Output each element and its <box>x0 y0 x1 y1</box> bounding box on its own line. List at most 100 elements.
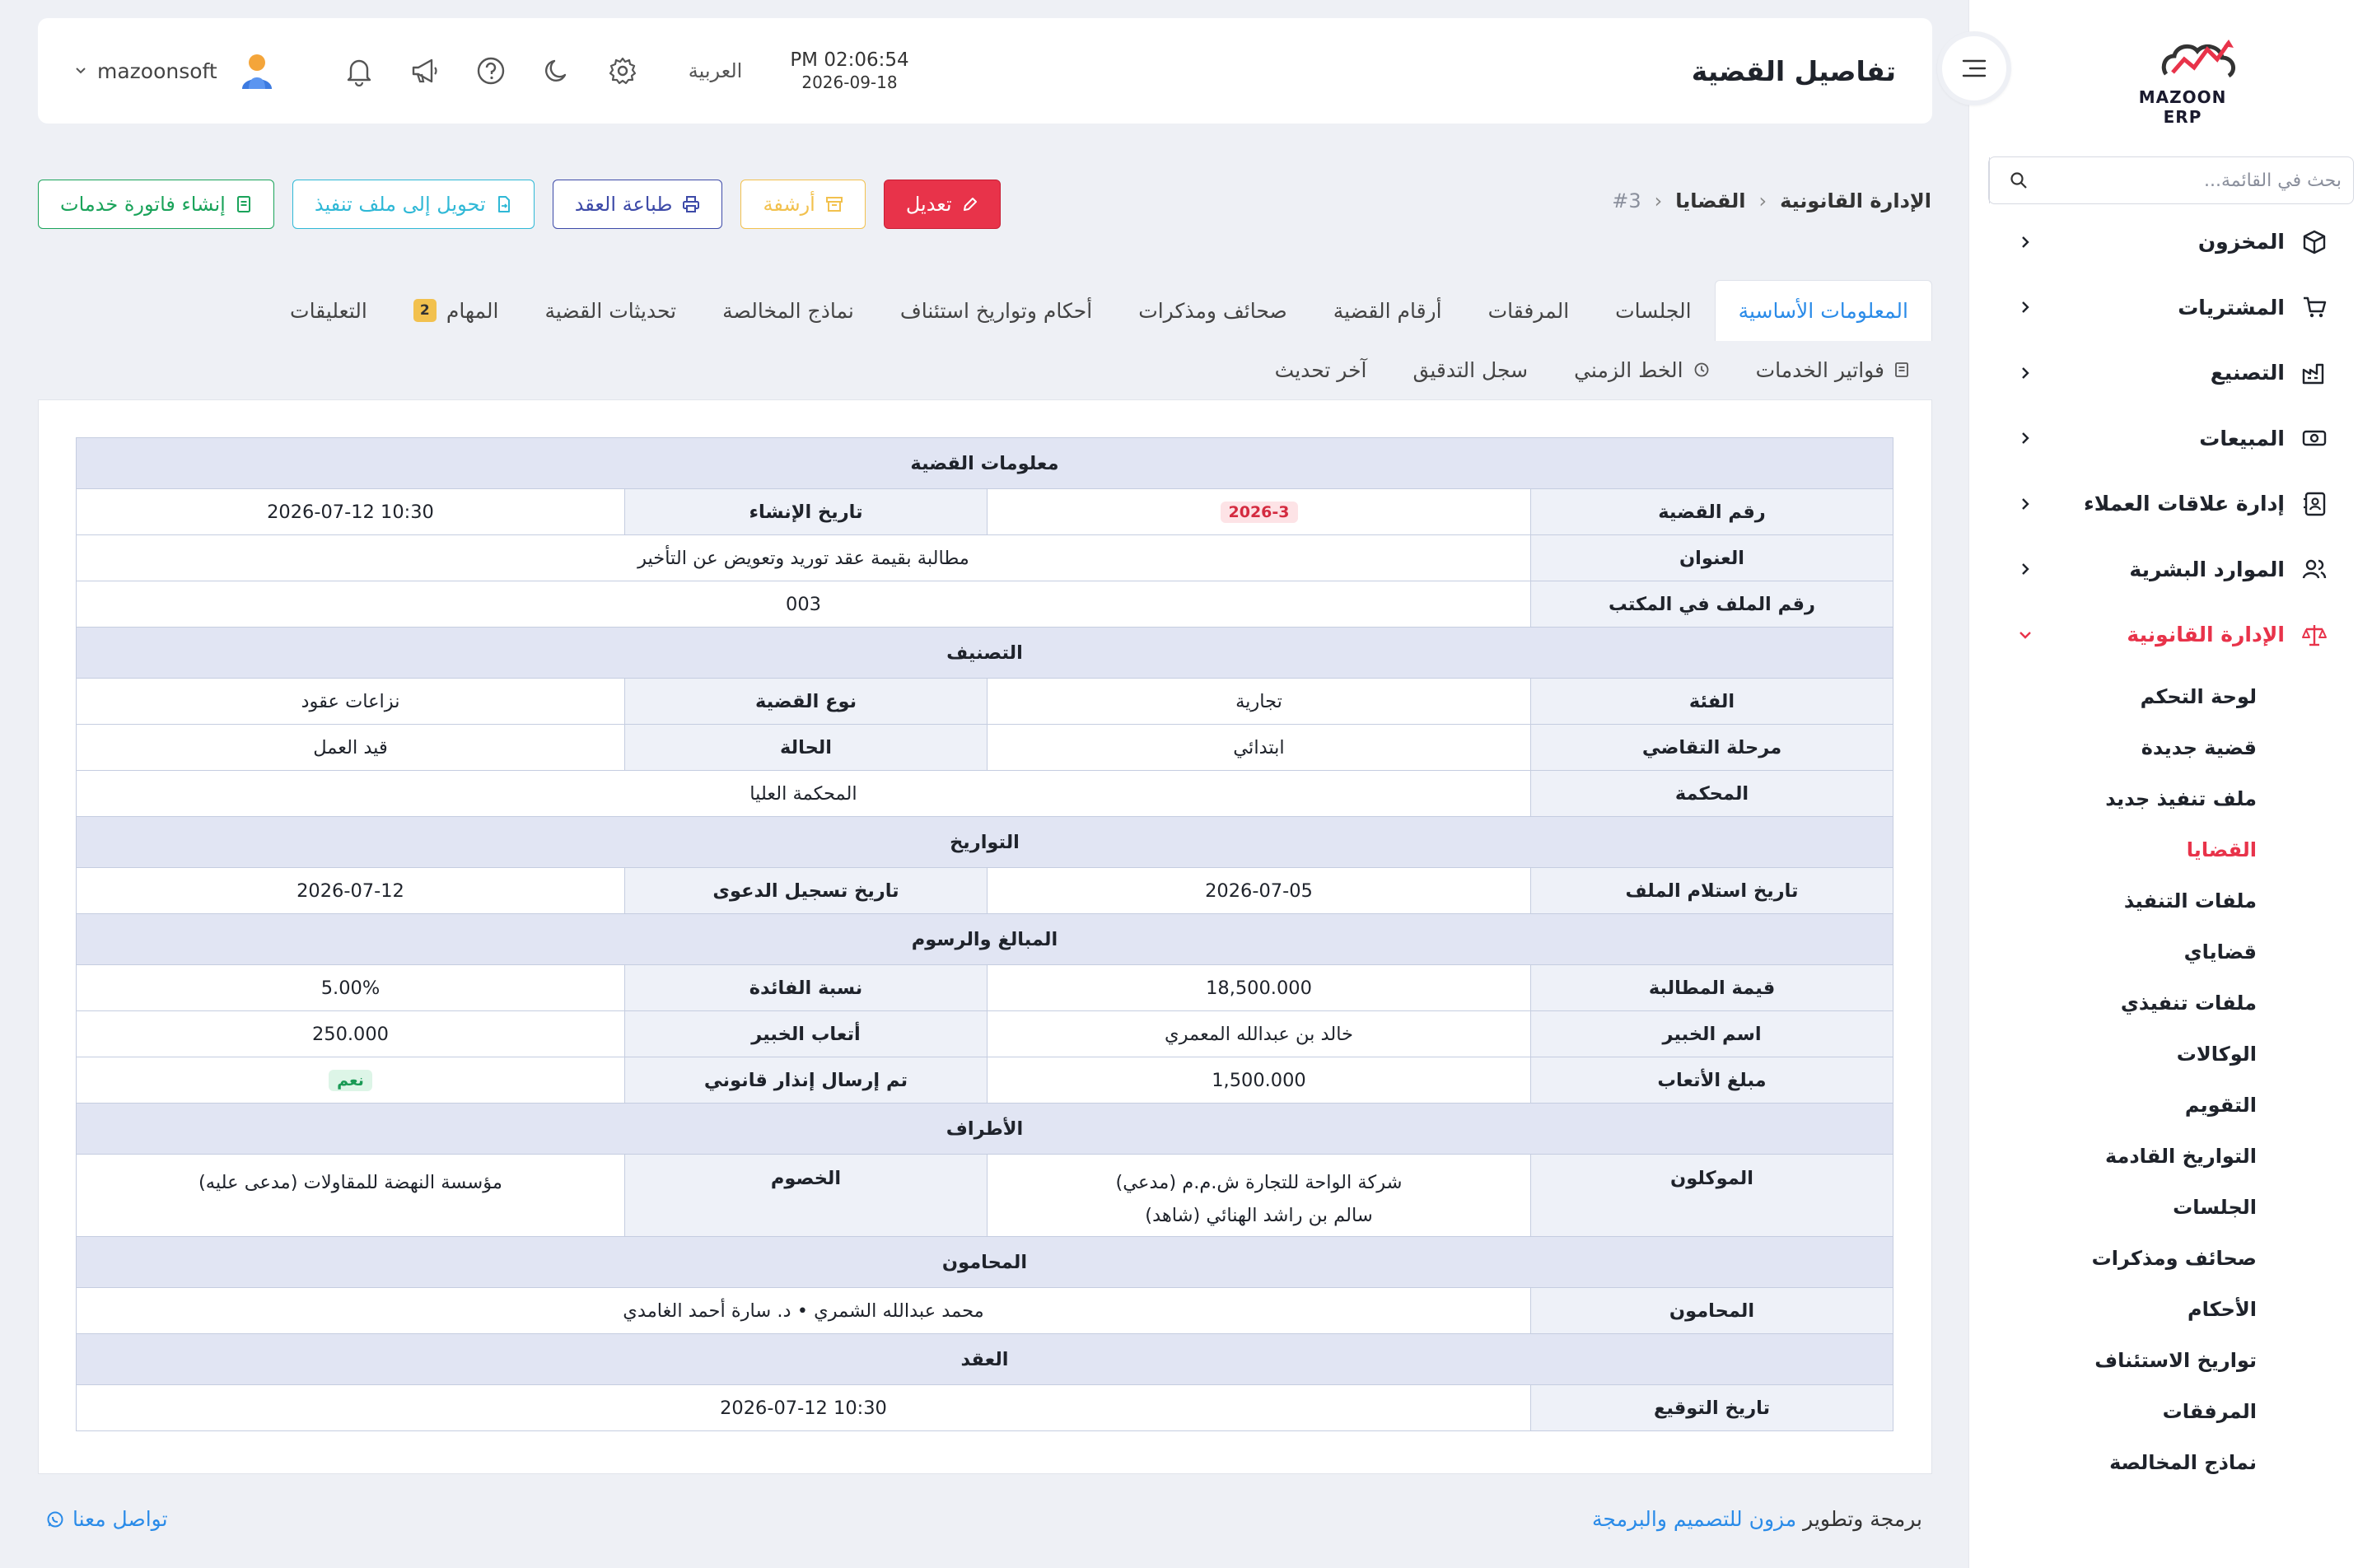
section-row: المبالغ والرسوم <box>75 913 1894 965</box>
convert-to-execution-button[interactable]: تحويل إلى ملف تنفيذ <box>292 180 535 229</box>
tab-audit-log[interactable]: سجل التدقيق <box>1390 346 1552 394</box>
section-contract: العقد <box>75 1333 1894 1385</box>
sidebar-subitem-judgments[interactable]: الأحكام <box>1968 1284 2372 1335</box>
edit-button[interactable]: تعديل <box>883 180 1001 229</box>
value-received-date: 2026-07-05 <box>987 867 1531 914</box>
tab-settlement-forms[interactable]: نماذج المخالصة <box>699 280 877 341</box>
section-row: معلومات القضية <box>75 437 1894 489</box>
megaphone-icon[interactable] <box>407 53 443 89</box>
contact-label: تواصل معنا <box>72 1507 168 1531</box>
menu-icon <box>1962 59 1987 77</box>
label-category: الفئة <box>1530 678 1893 725</box>
sidebar-item-purchases[interactable]: المشتريات <box>1968 275 2372 341</box>
logo[interactable]: MAZOON ERP <box>2125 35 2240 127</box>
table-row: قيمة المطالبة 18,500.000 نسبة الفائدة 5.… <box>75 964 1893 1011</box>
sidebar-subitem-settlement-forms[interactable]: نماذج المخالصة <box>1968 1437 2372 1488</box>
archive-button[interactable]: أرشفة <box>740 180 866 229</box>
tab-comments[interactable]: التعليقات <box>267 280 390 341</box>
chevron-left-icon <box>2015 493 2036 515</box>
print-contract-button[interactable]: طباعة العقد <box>552 180 723 229</box>
sidebar-subitem-my-cases[interactable]: قضاياي <box>1968 926 2372 978</box>
sidebar-subitem-cases[interactable]: القضايا <box>1968 824 2372 875</box>
footer-credit: برمجة وتطوير مزون للتصميم والبرمجة <box>1592 1507 1922 1531</box>
case-tabs-secondary: فواتير الخدمات الخط الزمني سجل التدقيق آ… <box>1252 346 1932 394</box>
label-signed-date: تاريخ التوقيع <box>1530 1384 1893 1431</box>
value-fees-amount: 1,500.000 <box>987 1057 1531 1104</box>
sidebar-item-manufacturing[interactable]: التصنيع <box>1968 340 2372 406</box>
language-switcher[interactable]: العربية <box>689 59 743 82</box>
sidebar-subitem-upcoming-dates[interactable]: التواريخ القادمة <box>1968 1131 2372 1182</box>
label-case-no: رقم القضية <box>1530 488 1893 535</box>
sidebar-toggle-button[interactable] <box>1937 31 2011 105</box>
client-item: سالم بن راشد الهنائي (شاهد) <box>1145 1205 1373 1226</box>
footer-contact[interactable]: تواصل معنا <box>46 1507 168 1531</box>
breadcrumb: الإدارة القانونية ‹ القضايا ‹ #3 <box>1612 189 1931 212</box>
chevron-left-icon <box>2015 231 2036 253</box>
sidebar-subitem-new-case[interactable]: قضية جديدة <box>1968 722 2372 773</box>
sidebar-subitem-dashboard[interactable]: لوحة التحكم <box>1968 671 2372 722</box>
tab-memos[interactable]: صحائف ومذكرات <box>1115 280 1310 341</box>
sidebar-subitem-calendar[interactable]: التقويم <box>1968 1080 2372 1131</box>
moon-icon[interactable] <box>539 53 575 89</box>
sidebar-item-hr[interactable]: الموارد البشرية <box>1968 537 2372 603</box>
tab-case-updates[interactable]: تحديثات القضية <box>521 280 699 341</box>
section-case-info: معلومات القضية <box>75 437 1894 489</box>
factory-icon <box>2300 358 2329 388</box>
footer-credit-prefix: برمجة وتطوير <box>1803 1507 1922 1531</box>
sidebar-item-sales[interactable]: المبيعات <box>1968 406 2372 472</box>
logo-text: MAZOON ERP <box>2138 87 2227 127</box>
sidebar-subitem-appeal-dates[interactable]: تواريخ الاستئناف <box>1968 1335 2372 1386</box>
sidebar-subitem-attachments[interactable]: المرفقات <box>1968 1386 2372 1437</box>
help-icon[interactable] <box>473 53 509 89</box>
sidebar-subitem-memos[interactable]: صحائف ومذكرات <box>1968 1233 2372 1284</box>
tab-judgments[interactable]: أحكام وتواريخ استئناف <box>877 280 1115 341</box>
sidebar-subitem-execution-files[interactable]: ملفات التنفيذ <box>1968 875 2372 926</box>
page-title: تفاصيل القضية <box>1691 54 1896 87</box>
tab-basic-info[interactable]: المعلومات الأساسية <box>1714 280 1932 341</box>
section-parties: الأطراف <box>75 1103 1894 1155</box>
sidebar-subitem-agencies[interactable]: الوكالات <box>1968 1029 2372 1080</box>
sidebar-subitem-my-executions[interactable]: ملفات تنفيذي <box>1968 978 2372 1029</box>
bell-icon[interactable] <box>341 53 377 89</box>
label-title: العنوان <box>1530 534 1893 581</box>
file-transfer-icon <box>496 195 512 213</box>
gear-icon[interactable] <box>605 53 641 89</box>
footer-brand-link[interactable]: مزون للتصميم والبرمجة <box>1592 1507 1796 1531</box>
sidebar-subitem-new-execution[interactable]: ملف تنفيذ جديد <box>1968 773 2372 824</box>
label-office-file-no: رقم الملف في المكتب <box>1530 581 1893 628</box>
sidebar-subitem-sessions[interactable]: الجلسات <box>1968 1182 2372 1233</box>
chevron-left-icon <box>2015 362 2036 384</box>
tab-attachments[interactable]: المرفقات <box>1465 280 1593 341</box>
printer-icon <box>682 195 700 213</box>
breadcrumb-cases[interactable]: القضايا <box>1675 189 1745 212</box>
chevron-down-icon[interactable] <box>74 64 87 77</box>
sidebar-item-inventory[interactable]: المخزون <box>1968 209 2372 275</box>
tab-tasks[interactable]: المهام 2 <box>390 280 522 341</box>
tab-sessions[interactable]: الجلسات <box>1592 280 1714 341</box>
value-court: المحكمة العليا <box>75 770 1532 817</box>
avatar[interactable] <box>236 49 278 92</box>
tab-timeline[interactable]: الخط الزمني <box>1551 346 1733 394</box>
chevron-left-icon <box>2015 427 2036 449</box>
tab-case-numbers[interactable]: أرقام القضية <box>1310 280 1465 341</box>
user-name[interactable]: mazoonsoft <box>97 59 217 83</box>
value-legal-notice: نعم <box>75 1057 626 1104</box>
sidebar-menu: المخزون المشتريات التصنيع المبيعات إدارة… <box>1968 209 2372 1488</box>
sidebar-search-input[interactable] <box>2047 170 2353 191</box>
value-category: تجارية <box>987 678 1531 725</box>
sidebar-item-crm[interactable]: إدارة علاقات العملاء <box>1968 471 2372 537</box>
clock-icon <box>1693 362 1710 378</box>
create-invoice-button[interactable]: إنشاء فاتورة خدمات <box>38 180 274 229</box>
section-row: التصنيف <box>75 627 1894 679</box>
sidebar-item-label: الموارد البشرية <box>2129 557 2285 581</box>
sidebar-item-label: المبيعات <box>2199 426 2285 450</box>
label-clients: الموكلون <box>1530 1154 1893 1237</box>
sidebar-item-legal[interactable]: الإدارة القانونية <box>1968 602 2372 668</box>
label-opponents: الخصوم <box>624 1154 988 1237</box>
breadcrumb-legal[interactable]: الإدارة القانونية <box>1780 189 1931 212</box>
tab-last-update[interactable]: آخر تحديث <box>1252 346 1390 394</box>
search-icon[interactable] <box>1989 157 2047 203</box>
breadcrumb-separator: ‹ <box>1654 189 1663 212</box>
tab-service-invoices[interactable]: فواتير الخدمات <box>1733 346 1932 394</box>
section-row: العقد <box>75 1333 1894 1385</box>
